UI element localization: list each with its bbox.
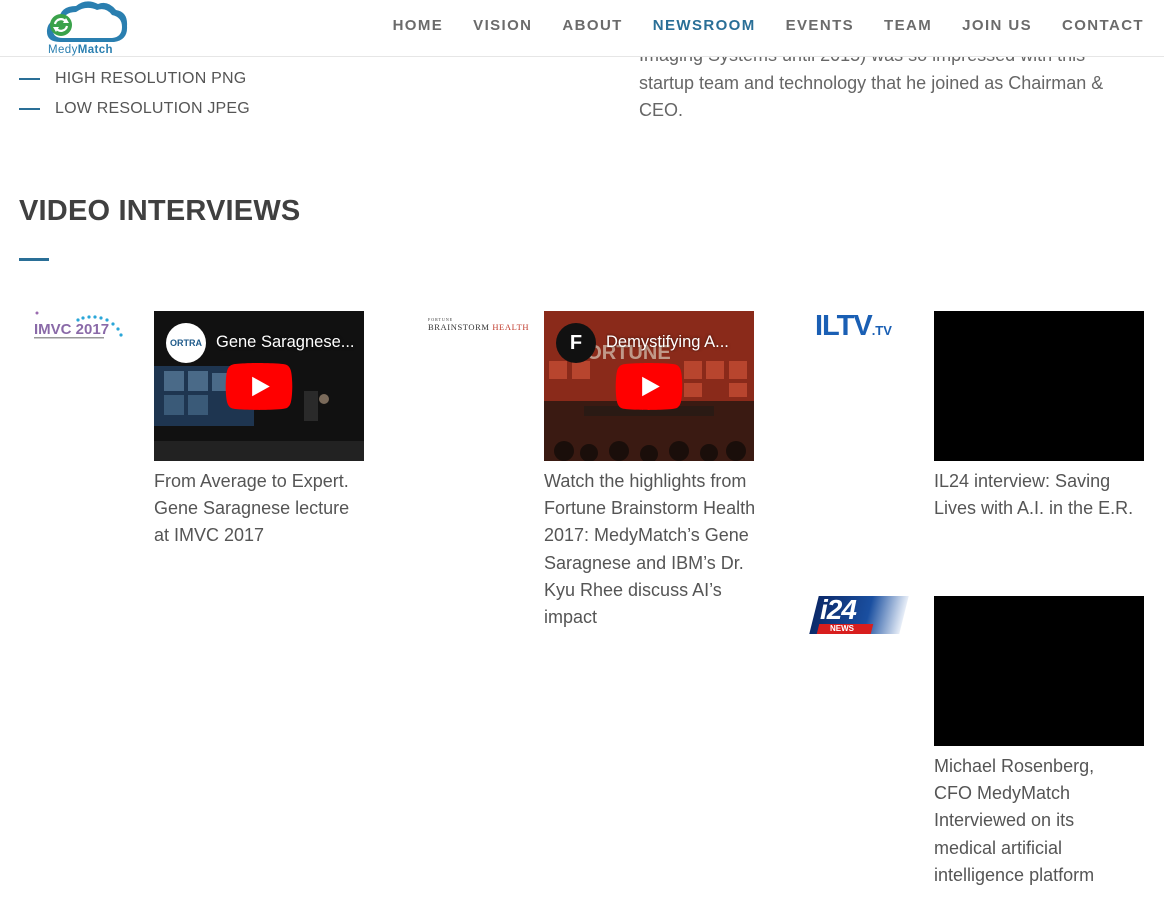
imvc-logo: IMVC 2017	[34, 311, 123, 339]
video-player-imvc[interactable]: ORTRA Gene Saragnese...	[154, 311, 364, 461]
dash-icon	[19, 78, 40, 80]
video-player-i24[interactable]	[934, 596, 1144, 746]
i24-news-logo: i24 NEWS	[809, 594, 909, 634]
video-caption: From Average to Expert. Gene Saragnese l…	[154, 471, 350, 546]
video-caption: Watch the highlights from Fortune Brains…	[544, 471, 756, 628]
dash-icon	[19, 108, 40, 110]
play-icon[interactable]	[615, 363, 683, 410]
video-caption: IL24 interview: Saving Lives with A.I. i…	[934, 471, 1134, 519]
play-icon[interactable]	[225, 363, 293, 410]
channel-avatar[interactable]: F	[556, 323, 596, 363]
video-player-iltv[interactable]	[934, 311, 1144, 461]
site-header: MedyMatch HOME VISION ABOUT NEWSROOM EVE…	[0, 0, 1164, 57]
nav-team[interactable]: TEAM	[884, 17, 932, 34]
download-high-res-link[interactable]: HIGH RESOLUTION PNG	[19, 64, 250, 94]
download-links: HIGH RESOLUTION PNG LOW RESOLUTION JPEG	[19, 64, 250, 124]
download-label: LOW RESOLUTION JPEG	[55, 100, 250, 117]
download-low-res-link[interactable]: LOW RESOLUTION JPEG	[19, 94, 250, 124]
download-label: HIGH RESOLUTION PNG	[55, 70, 247, 87]
video-player-fortune[interactable]: FORTUNE F Demystifying A...	[544, 311, 754, 461]
nav-events[interactable]: EVENTS	[786, 17, 854, 34]
nav-about[interactable]: ABOUT	[562, 17, 622, 34]
nav-newsroom[interactable]: NEWSROOM	[653, 17, 756, 34]
nav-contact[interactable]: CONTACT	[1062, 17, 1144, 34]
iltv-logo: ILTV.TV	[815, 310, 892, 342]
nav-home[interactable]: HOME	[393, 17, 444, 34]
nav-vision[interactable]: VISION	[473, 17, 532, 34]
section-title: VIDEO INTERVIEWS	[19, 195, 301, 227]
video-caption: Michael Rosenberg, CFO MedyMatch Intervi…	[934, 756, 1095, 885]
fortune-brainstorm-logo: FORTUNE BRAINSTORM HEALTH	[428, 317, 530, 332]
video-title[interactable]: Demystifying A...	[606, 333, 746, 352]
channel-avatar[interactable]: ORTRA	[166, 323, 206, 363]
svg-text:IMVC 2017: IMVC 2017	[34, 321, 109, 338]
video-title[interactable]: Gene Saragnese...	[216, 333, 356, 352]
title-underline	[19, 258, 49, 261]
logo-wordmark: MedyMatch	[48, 44, 113, 56]
nav-join-us[interactable]: JOIN US	[962, 17, 1032, 34]
main-nav: HOME VISION ABOUT NEWSROOM EVENTS TEAM J…	[363, 17, 1144, 34]
